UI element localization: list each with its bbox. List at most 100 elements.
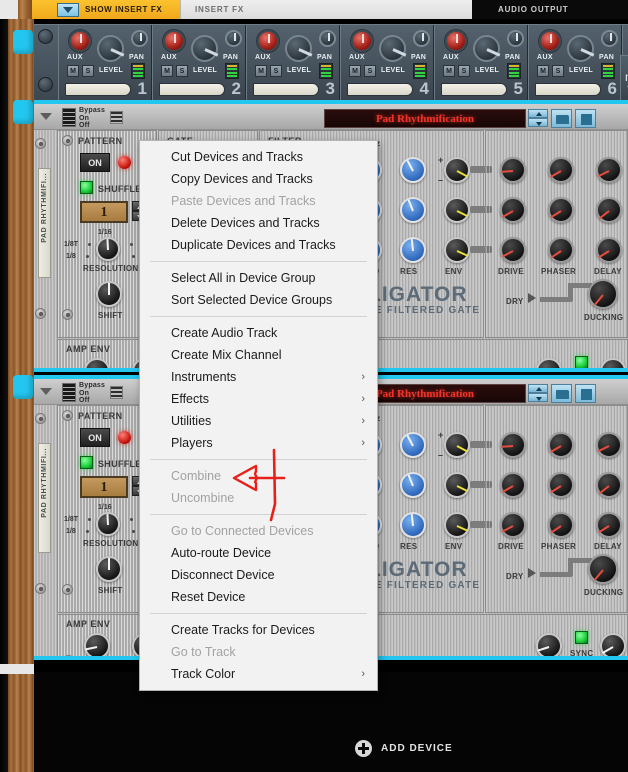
level-knob[interactable] [97, 35, 124, 62]
resolution-knob[interactable] [96, 237, 120, 261]
mixer-channel-2[interactable]: AUX LEVEL PAN M S 2 [152, 25, 246, 100]
browse-patch-icon[interactable] [551, 384, 572, 403]
filter-env-knob-2[interactable] [444, 197, 470, 223]
mute-solo-group[interactable]: MS [67, 65, 94, 77]
pan-knob[interactable] [131, 30, 148, 47]
solo-button[interactable]: S [82, 65, 94, 77]
filter-env-knob-1[interactable] [444, 157, 470, 183]
menu-item-create-audio-track[interactable]: Create Audio Track [140, 322, 377, 344]
menu-item-utilities[interactable]: Utilities › [140, 410, 377, 432]
level-knob[interactable] [567, 35, 594, 62]
phaser-knob-1[interactable] [548, 432, 574, 458]
phaser-knob-3[interactable] [548, 237, 574, 263]
mute-solo-group[interactable]: MS [349, 65, 376, 77]
shuffle-led-icon[interactable] [80, 456, 93, 469]
menu-item-create-tracks-for-devices[interactable]: Create Tracks for Devices [140, 619, 377, 641]
mute-button[interactable]: M [255, 65, 267, 77]
mute-button[interactable]: M [161, 65, 173, 77]
menu-item-create-mix-channel[interactable]: Create Mix Channel [140, 344, 377, 366]
level-knob[interactable] [191, 35, 218, 62]
shift-knob[interactable] [96, 281, 122, 307]
filter-res-knob-1[interactable] [400, 432, 426, 458]
mixer-channel-6[interactable]: AUX LEVEL PAN M S 6 [528, 25, 622, 100]
ducking-knob[interactable] [588, 554, 618, 584]
drive-knob-2[interactable] [500, 472, 526, 498]
device-handle-1[interactable] [13, 100, 33, 124]
channel-name-field[interactable] [159, 83, 225, 96]
mixer-channel-1[interactable]: AUX LEVEL PAN M S 1 [58, 25, 152, 100]
menu-item-effects[interactable]: Effects › [140, 388, 377, 410]
channel-name-field[interactable] [253, 83, 319, 96]
level-knob[interactable] [473, 35, 500, 62]
solo-button[interactable]: S [176, 65, 188, 77]
mute-solo-group[interactable]: MS [161, 65, 188, 77]
patch-stepper[interactable] [528, 384, 548, 403]
pattern-step-display[interactable]: 1 [80, 476, 128, 498]
delay-sync-led-icon[interactable] [575, 631, 588, 644]
drive-knob-3[interactable] [500, 237, 526, 263]
aux-knob[interactable] [539, 30, 561, 52]
filter-env-knob-3[interactable] [444, 512, 470, 538]
drive-knob-2[interactable] [500, 197, 526, 223]
drive-knob-1[interactable] [500, 432, 526, 458]
shift-knob[interactable] [96, 556, 122, 582]
filter-res-knob-3[interactable] [400, 512, 426, 538]
menu-item-track-color[interactable]: Track Color › [140, 663, 377, 685]
mixer-rotary-bottom[interactable] [38, 77, 53, 92]
pan-knob[interactable] [601, 30, 618, 47]
bypass-switch[interactable] [62, 108, 76, 127]
mixer-rotary-top[interactable] [38, 29, 53, 44]
pattern-on-button[interactable]: ON [80, 428, 110, 447]
mixer-channel-5[interactable]: AUX LEVEL PAN M S 5 [434, 25, 528, 100]
solo-button[interactable]: S [364, 65, 376, 77]
menu-item-copy-devices-and-tracks[interactable]: Copy Devices and Tracks [140, 168, 377, 190]
mixer-channel-4[interactable]: AUX LEVEL PAN M S 4 [340, 25, 434, 100]
save-patch-icon[interactable] [575, 384, 596, 403]
shuffle-led-icon[interactable] [80, 181, 93, 194]
filter-res-knob-2[interactable] [400, 197, 426, 223]
filter-res-knob-2[interactable] [400, 472, 426, 498]
delay-knob-2[interactable] [596, 197, 622, 223]
mute-button[interactable]: M [537, 65, 549, 77]
solo-button[interactable]: S [552, 65, 564, 77]
patch-stepper[interactable] [528, 109, 548, 128]
ducking-knob[interactable] [588, 279, 618, 309]
menu-item-cut-devices-and-tracks[interactable]: Cut Devices and Tracks [140, 146, 377, 168]
filter-env-knob-1[interactable] [444, 432, 470, 458]
aux-knob[interactable] [69, 30, 91, 52]
aux-knob[interactable] [163, 30, 185, 52]
channel-name-field[interactable] [535, 83, 601, 96]
mute-button[interactable]: M [67, 65, 79, 77]
solo-button[interactable]: S [270, 65, 282, 77]
device-handle-top[interactable] [13, 30, 33, 54]
phaser-knob-2[interactable] [548, 472, 574, 498]
menu-item-sort-selected-device-groups[interactable]: Sort Selected Device Groups [140, 289, 377, 311]
pan-knob[interactable] [225, 30, 242, 47]
menu-item-players[interactable]: Players › [140, 432, 377, 454]
phaser-knob-2[interactable] [548, 197, 574, 223]
mixer-channel-3[interactable]: AUX LEVEL PAN M S 3 [246, 25, 340, 100]
pan-knob[interactable] [319, 30, 336, 47]
triangle-down-icon[interactable] [57, 2, 79, 17]
insert-fx-panel[interactable]: INSERT FX [180, 0, 472, 19]
pan-knob[interactable] [413, 30, 430, 47]
add-device-button[interactable]: ADD DEVICE [355, 740, 453, 757]
aux-knob[interactable] [445, 30, 467, 52]
mute-solo-group[interactable]: MS [537, 65, 564, 77]
audio-output-panel[interactable]: AUDIO OUTPUT [472, 0, 628, 19]
level-knob[interactable] [285, 35, 312, 62]
menu-item-select-all-in-device-group[interactable]: Select All in Device Group [140, 267, 377, 289]
save-patch-icon[interactable] [575, 109, 596, 128]
channel-name-field[interactable] [441, 83, 507, 96]
delay-knob-1[interactable] [596, 157, 622, 183]
browse-patch-icon[interactable] [551, 109, 572, 128]
channel-name-field[interactable] [65, 83, 131, 96]
aux-knob[interactable] [351, 30, 373, 52]
delay-knob-1[interactable] [596, 432, 622, 458]
mute-solo-group[interactable]: MS [443, 65, 470, 77]
mute-solo-group[interactable]: MS [255, 65, 282, 77]
menu-item-delete-devices-and-tracks[interactable]: Delete Devices and Tracks [140, 212, 377, 234]
delay-knob-2[interactable] [596, 472, 622, 498]
aux-knob[interactable] [257, 30, 279, 52]
drive-knob-1[interactable] [500, 157, 526, 183]
